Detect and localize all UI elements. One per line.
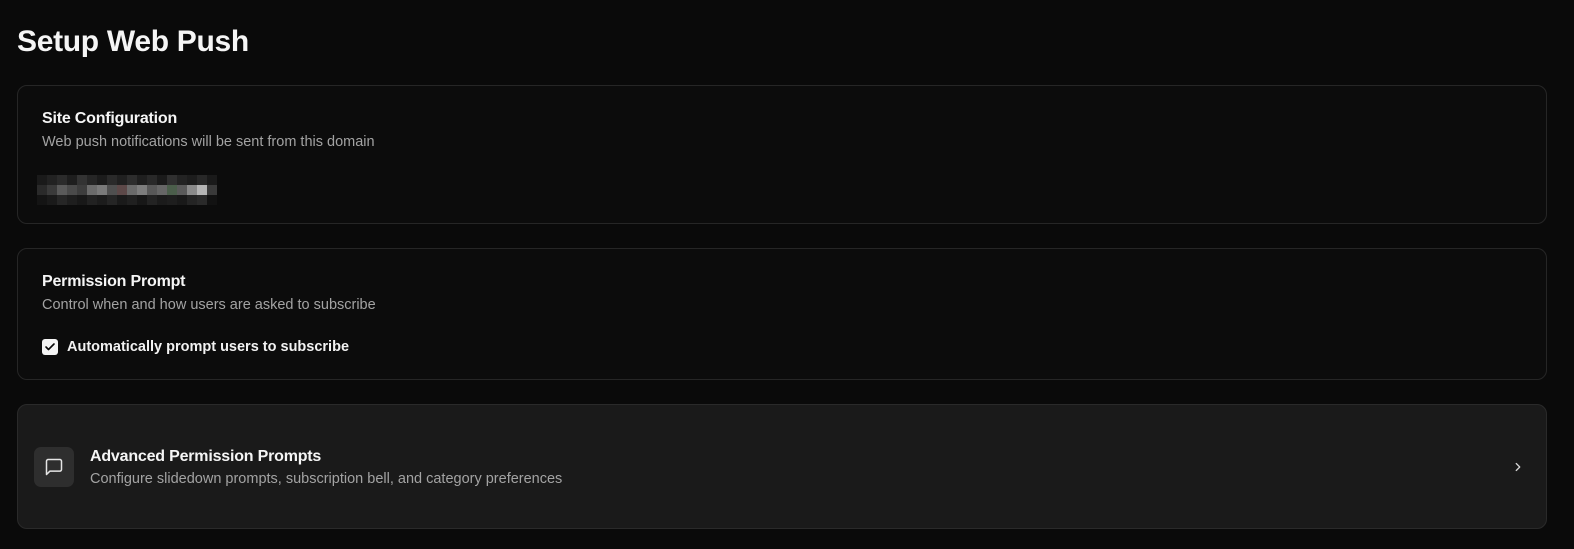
redacted-pixel — [127, 185, 137, 195]
redacted-pixel — [77, 175, 87, 185]
redacted-pixel — [197, 175, 207, 185]
redacted-pixel — [67, 175, 77, 185]
redacted-pixel — [87, 195, 97, 205]
redacted-pixel — [67, 195, 77, 205]
redacted-pixel — [147, 185, 157, 195]
redacted-pixel — [197, 185, 207, 195]
redacted-pixel — [177, 175, 187, 185]
redacted-pixel — [107, 185, 117, 195]
message-square-icon — [45, 458, 63, 476]
redacted-pixel — [107, 195, 117, 205]
redacted-pixel — [47, 185, 57, 195]
redacted-pixel — [37, 185, 47, 195]
redacted-pixel — [207, 185, 217, 195]
redacted-pixel — [117, 195, 127, 205]
redacted-pixel — [167, 195, 177, 205]
redacted-pixel — [207, 175, 217, 185]
redacted-pixel — [187, 185, 197, 195]
redacted-pixel — [47, 175, 57, 185]
site-configuration-description: Web push notifications will be sent from… — [42, 134, 375, 150]
advanced-prompts-description: Configure slidedown prompts, subscriptio… — [90, 471, 563, 487]
redacted-pixel — [77, 195, 87, 205]
permission-prompt-title: Permission Prompt — [42, 273, 186, 290]
permission-prompt-description: Control when and how users are asked to … — [42, 297, 376, 313]
redacted-pixel — [117, 175, 127, 185]
site-configuration-card: Site Configuration Web push notification… — [17, 85, 1547, 224]
redacted-pixel — [127, 175, 137, 185]
redacted-pixel — [137, 175, 147, 185]
redacted-pixel — [97, 185, 107, 195]
redacted-pixel — [117, 185, 127, 195]
redacted-pixel — [167, 185, 177, 195]
redacted-pixel — [177, 195, 187, 205]
redacted-pixel — [57, 185, 67, 195]
redacted-pixel — [147, 175, 157, 185]
redacted-pixel — [207, 195, 217, 205]
redacted-pixel — [147, 195, 157, 205]
redacted-pixel — [37, 175, 47, 185]
redacted-pixel — [167, 175, 177, 185]
redacted-pixel — [97, 175, 107, 185]
redacted-pixel — [177, 185, 187, 195]
redacted-pixel — [187, 175, 197, 185]
redacted-pixel — [127, 195, 137, 205]
redacted-pixel — [97, 195, 107, 205]
site-configuration-title: Site Configuration — [42, 110, 178, 127]
advanced-prompts-title: Advanced Permission Prompts — [90, 448, 322, 465]
chevron-right-icon[interactable] — [1510, 459, 1526, 475]
domain-value-redacted — [37, 175, 221, 207]
advanced-permission-prompts-card[interactable]: Advanced Permission Prompts Configure sl… — [17, 404, 1547, 529]
page-title: Setup Web Push — [17, 25, 249, 58]
redacted-pixel — [47, 195, 57, 205]
redacted-pixel — [87, 185, 97, 195]
redacted-pixel — [37, 195, 47, 205]
permission-prompt-card: Permission Prompt Control when and how u… — [17, 248, 1547, 380]
redacted-pixel — [77, 185, 87, 195]
redacted-pixel — [57, 195, 67, 205]
redacted-pixel — [197, 195, 207, 205]
setup-web-push-page: Setup Web Push Site Configuration Web pu… — [0, 0, 1574, 549]
redacted-pixel — [187, 195, 197, 205]
redacted-pixel — [87, 175, 97, 185]
redacted-pixel — [57, 175, 67, 185]
redacted-pixel — [137, 185, 147, 195]
redacted-pixel — [137, 195, 147, 205]
redacted-pixel — [157, 175, 167, 185]
auto-prompt-checkbox-row[interactable]: Automatically prompt users to subscribe — [42, 339, 349, 355]
redacted-pixel — [157, 185, 167, 195]
redacted-pixel — [67, 185, 77, 195]
redacted-pixel — [157, 195, 167, 205]
auto-prompt-checkbox[interactable] — [42, 339, 58, 355]
auto-prompt-label: Automatically prompt users to subscribe — [67, 339, 350, 355]
redacted-pixel — [107, 175, 117, 185]
check-icon — [45, 343, 55, 351]
advanced-prompts-icon-box — [34, 447, 74, 487]
